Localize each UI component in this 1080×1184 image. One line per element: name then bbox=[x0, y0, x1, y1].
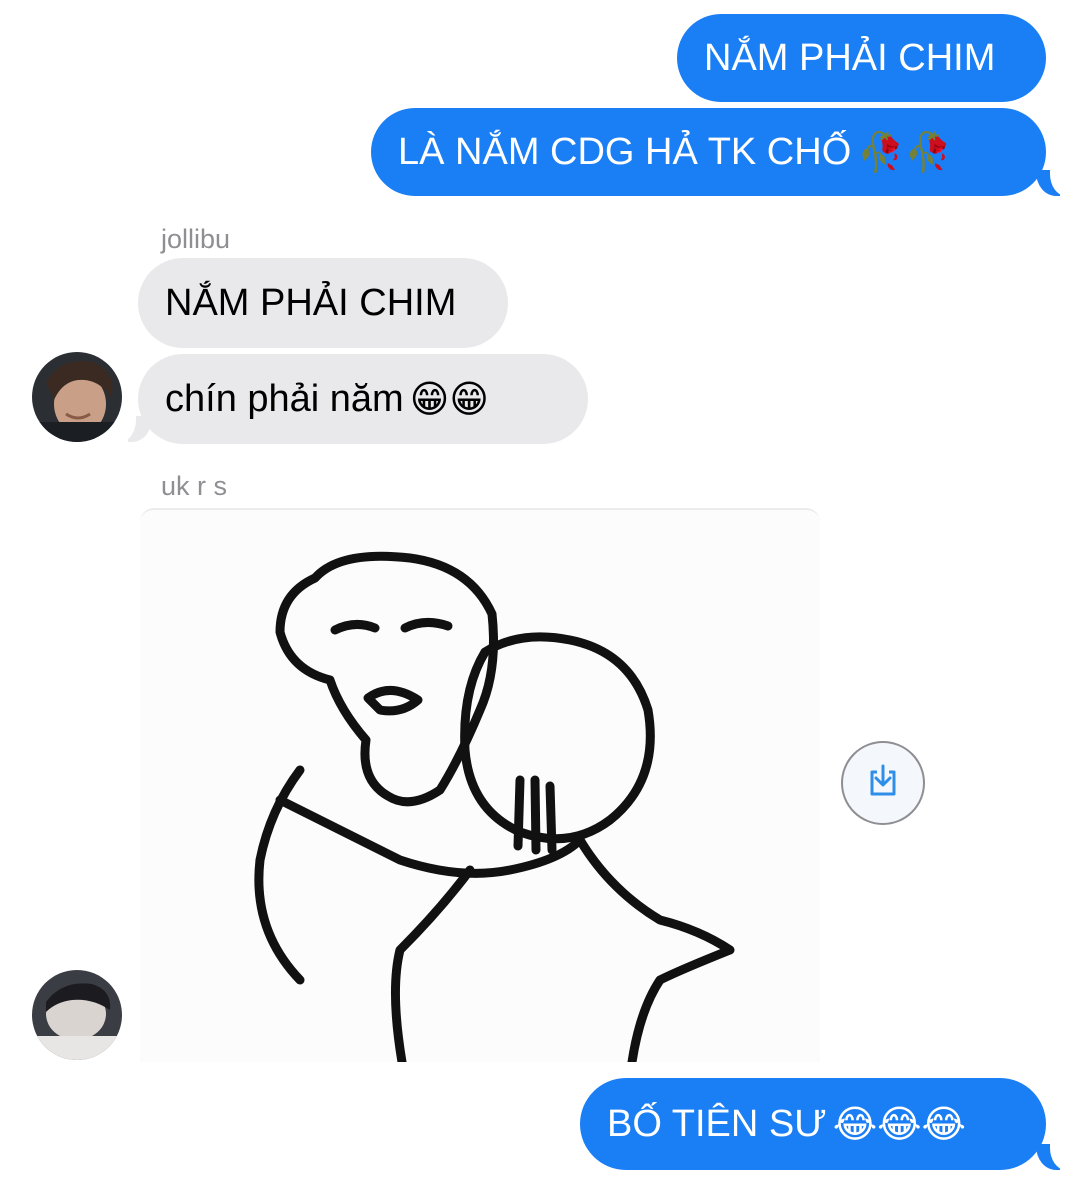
download-button[interactable] bbox=[841, 741, 925, 825]
incoming-message-bubble[interactable]: chín phải năm 😁😁 bbox=[138, 354, 588, 444]
grinning-emoji: 😁😁 bbox=[409, 377, 489, 421]
message-text: BỐ TIÊN SƯ bbox=[607, 1103, 827, 1145]
sender-name: uk r s bbox=[161, 471, 228, 501]
message-text: chín phải năm bbox=[165, 378, 404, 420]
outgoing-message-bubble[interactable]: BỐ TIÊN SƯ 😂😂😂 bbox=[580, 1078, 1046, 1170]
incoming-message-bubble[interactable]: NẮM PHẢI CHIM bbox=[138, 258, 508, 348]
outgoing-message-bubble[interactable]: NẮM PHẢI CHIM bbox=[677, 14, 1046, 102]
meme-image[interactable] bbox=[140, 508, 820, 1062]
outgoing-message-bubble[interactable]: LÀ NẮM CDG HẢ TK CHỐ 🥀🥀 bbox=[371, 108, 1046, 196]
laughing-tears-emoji: 😂😂😂 bbox=[832, 1102, 966, 1146]
message-text: NẮM PHẢI CHIM bbox=[704, 37, 996, 79]
download-icon bbox=[864, 762, 902, 805]
avatar[interactable] bbox=[32, 352, 122, 442]
sender-name: jollibu bbox=[161, 224, 231, 254]
message-text: LÀ NẮM CDG HẢ TK CHỐ bbox=[398, 131, 852, 173]
avatar[interactable] bbox=[32, 970, 122, 1060]
wilted-rose-emoji: 🥀🥀 bbox=[857, 130, 952, 174]
message-text: NẮM PHẢI CHIM bbox=[165, 282, 457, 324]
